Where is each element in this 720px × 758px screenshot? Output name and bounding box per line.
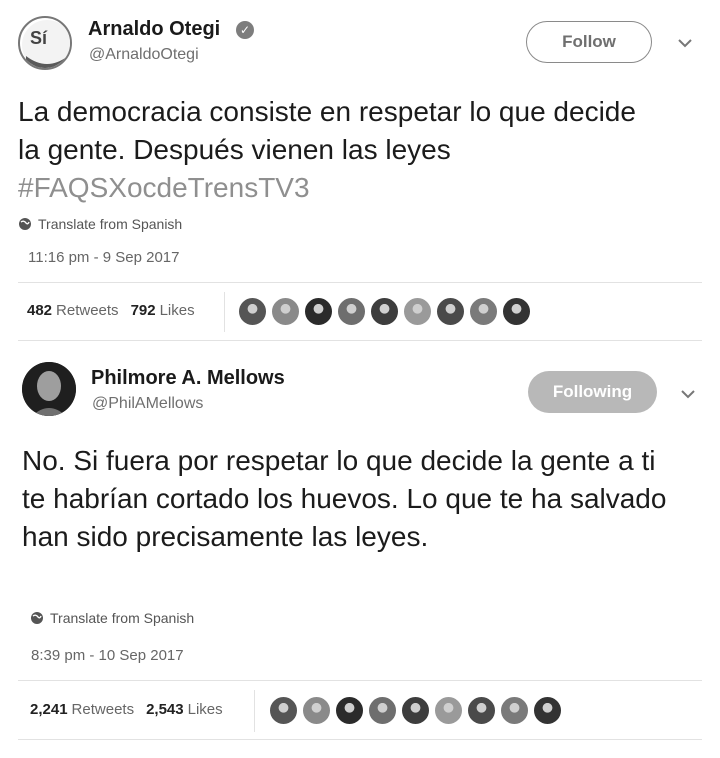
liker-avatar[interactable]: [532, 695, 563, 726]
likes-label: Likes: [159, 302, 195, 319]
avatar[interactable]: [22, 362, 76, 416]
tweet-text: La democracia consiste en respetar lo qu…: [18, 93, 658, 207]
retweets-stat[interactable]: 482 Retweets: [27, 302, 119, 319]
liker-avatar[interactable]: [499, 695, 530, 726]
tweet-card: Philmore A. Mellows @PhilAMellows Follow…: [0, 345, 720, 758]
liker-avatars: [237, 296, 534, 327]
globe-icon: [31, 612, 43, 624]
tweet-card: Sí Arnaldo Otegi ✓ @ArnaldoOtegi Follow …: [0, 0, 720, 345]
retweets-label: Retweets: [71, 701, 135, 718]
following-button[interactable]: Following: [528, 371, 657, 413]
divider: [18, 340, 702, 341]
author-handle[interactable]: @PhilAMellows: [92, 395, 203, 413]
hashtag-link[interactable]: #FAQSXocdeTrensTV3: [18, 172, 310, 203]
translate-label: Translate from Spanish: [50, 610, 195, 626]
liker-avatar[interactable]: [468, 296, 499, 327]
chevron-down-icon[interactable]: [673, 31, 697, 55]
liker-avatar[interactable]: [466, 695, 497, 726]
timestamp[interactable]: 8:39 pm - 10 Sep 2017: [31, 647, 184, 664]
retweets-count: 2,241: [30, 701, 68, 718]
liker-avatars: [268, 695, 565, 726]
liker-avatar[interactable]: [501, 296, 532, 327]
author-name[interactable]: Arnaldo Otegi: [88, 18, 220, 41]
divider: [224, 292, 225, 332]
avatar-portrait-icon: [22, 362, 76, 416]
avatar-logo-text: Sí: [30, 28, 48, 48]
globe-icon: [19, 218, 31, 230]
liker-avatar[interactable]: [336, 296, 367, 327]
tweet-text-body: La democracia consiste en respetar lo qu…: [18, 96, 636, 165]
likes-count: 2,543: [146, 701, 184, 718]
likes-label: Likes: [187, 701, 223, 718]
liker-avatar[interactable]: [303, 296, 334, 327]
chevron-down-icon[interactable]: [676, 382, 700, 406]
timestamp[interactable]: 11:16 pm - 9 Sep 2017: [28, 249, 180, 266]
likes-stat[interactable]: 792 Likes: [131, 302, 195, 319]
liker-avatar[interactable]: [268, 695, 299, 726]
engagement-stats: 2,241 Retweets 2,543 Likes: [30, 701, 223, 718]
retweets-label: Retweets: [56, 302, 119, 319]
author-handle[interactable]: @ArnaldoOtegi: [89, 46, 199, 64]
follow-button[interactable]: Follow: [526, 21, 652, 63]
tweet-text-body: No. Si fuera por respetar lo que decide …: [22, 445, 667, 552]
translate-link[interactable]: Translate from Spanish: [18, 216, 182, 232]
divider: [18, 739, 702, 740]
likes-count: 792: [130, 302, 156, 319]
divider: [254, 690, 255, 732]
liker-avatar[interactable]: [334, 695, 365, 726]
translate-label: Translate from Spanish: [38, 216, 183, 232]
engagement-stats: 482 Retweets 792 Likes: [27, 302, 195, 319]
liker-avatar[interactable]: [402, 296, 433, 327]
author-name[interactable]: Philmore A. Mellows: [91, 367, 285, 390]
tweet-text: No. Si fuera por respetar lo que decide …: [22, 442, 682, 556]
verified-badge-icon: ✓: [236, 21, 254, 39]
liker-avatar[interactable]: [237, 296, 268, 327]
liker-avatar[interactable]: [367, 695, 398, 726]
liker-avatar[interactable]: [435, 296, 466, 327]
liker-avatar[interactable]: [369, 296, 400, 327]
retweets-stat[interactable]: 2,241 Retweets: [30, 701, 134, 718]
translate-link[interactable]: Translate from Spanish: [30, 610, 194, 626]
liker-avatar[interactable]: [400, 695, 431, 726]
retweets-count: 482: [27, 302, 53, 319]
liker-avatar[interactable]: [433, 695, 464, 726]
likes-stat[interactable]: 2,543 Likes: [146, 701, 223, 718]
divider: [18, 680, 702, 681]
liker-avatar[interactable]: [270, 296, 301, 327]
avatar[interactable]: Sí: [18, 16, 72, 70]
divider: [18, 282, 702, 283]
liker-avatar[interactable]: [301, 695, 332, 726]
